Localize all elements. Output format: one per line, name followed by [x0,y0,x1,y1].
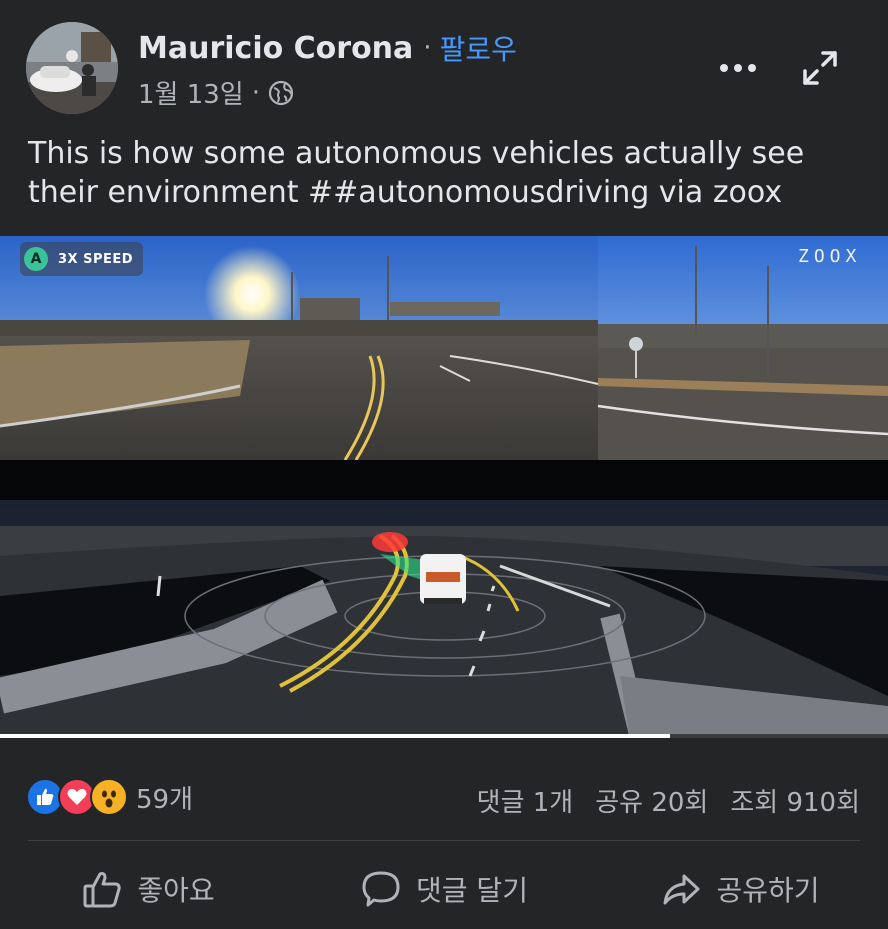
reactions-summary[interactable]: 59개 [26,778,193,816]
wow-reaction-icon [90,778,128,816]
video-frame [0,236,888,738]
comment-count[interactable]: 댓글 1개 [477,782,574,819]
post-stats: 59개 댓글 1개 공유 20회 조회 910회 [0,770,888,828]
comment-label: 댓글 달기 [416,873,528,907]
action-bar: 좋아요 댓글 달기 공유하기 [0,848,888,929]
author-row: Mauricio Corona · 팔로우 [138,28,517,68]
comment-icon [362,871,400,906]
meta-separator: · [251,77,260,108]
speed-badge: A 3X SPEED [20,242,144,276]
more-options-button[interactable] [716,52,760,84]
video-progress-bar[interactable] [0,734,888,738]
view-count: 조회 910회 [730,788,860,818]
like-button[interactable]: 좋아요 [0,848,296,929]
post-header: Mauricio Corona · 팔로우 1월 13일 · [0,0,888,130]
globe-icon [268,80,294,106]
video-progress-fill [0,734,671,738]
share-icon [663,874,700,904]
zoox-logo: ZOOX [798,246,862,267]
share-label: 공유하기 [716,873,820,907]
more-horizontal-icon [720,64,756,72]
post-date[interactable]: 1월 13일 [138,74,244,111]
reaction-count: 59개 [136,784,194,815]
like-label: 좋아요 [137,873,215,907]
post-meta: 1월 13일 · [138,74,294,111]
engagement-stats: 댓글 1개 공유 20회 조회 910회 [455,782,860,819]
comment-button[interactable]: 댓글 달기 [296,848,592,929]
avatar[interactable] [26,22,118,114]
share-count[interactable]: 공유 20회 [595,782,708,819]
expand-icon [803,51,837,85]
divider [28,840,860,841]
follow-button[interactable]: 팔로우 [440,28,517,68]
separator-dot: · [423,33,432,63]
post-text: This is how some autonomous vehicles act… [28,136,805,210]
expand-button[interactable] [800,48,840,88]
thumbs-up-icon [83,871,122,907]
author-name[interactable]: Mauricio Corona [138,31,413,66]
badge-letter: A [24,247,48,271]
video-player[interactable]: A 3X SPEED ZOOX [0,236,888,738]
share-button[interactable]: 공유하기 [592,848,888,929]
speed-label: 3X SPEED [58,251,134,267]
